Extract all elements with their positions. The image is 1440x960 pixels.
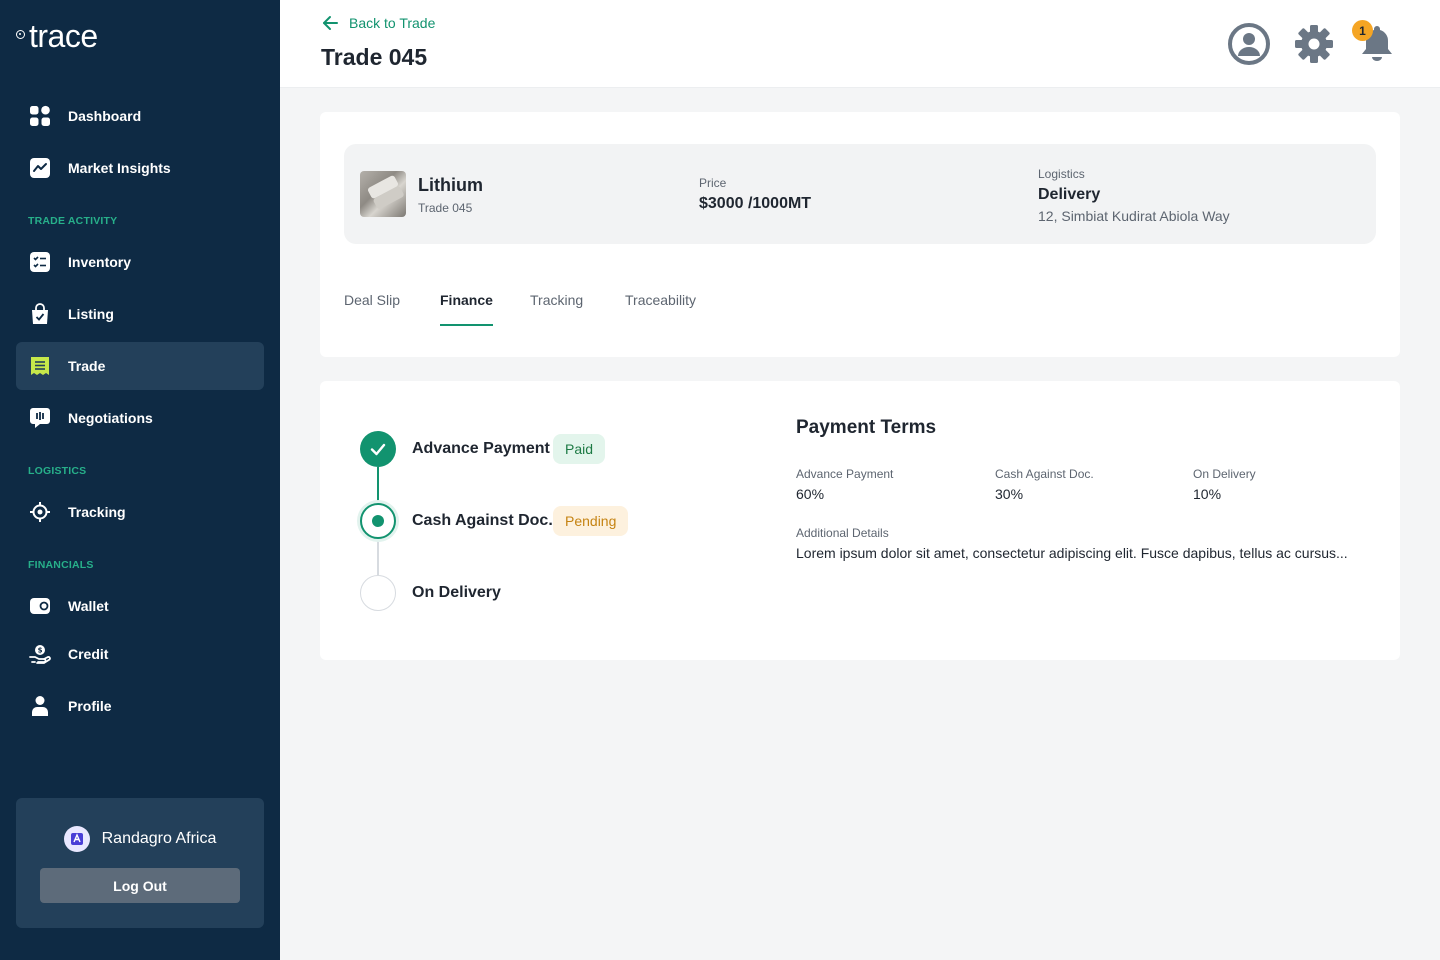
- sidebar-item-label: Inventory: [68, 254, 132, 270]
- sidebar-item-label: Dashboard: [68, 108, 142, 124]
- account-row: Randagro Africa: [16, 826, 264, 852]
- sidebar-item-label: Tracking: [68, 504, 126, 520]
- sidebar-item-listing[interactable]: Listing: [16, 290, 264, 338]
- logout-button[interactable]: Log Out: [40, 868, 240, 903]
- step-label-advance-payment: Advance Payment: [412, 440, 550, 457]
- product-name: Lithium: [418, 175, 483, 195]
- checklist-icon: [28, 250, 52, 274]
- page-title: Trade 045: [321, 44, 428, 70]
- term-value-on-delivery: 10%: [1193, 486, 1222, 502]
- sidebar-item-credit[interactable]: $ Credit: [16, 630, 264, 678]
- term-value-advance-payment: 60%: [796, 486, 825, 502]
- section-label-financials: FINANCIALS: [28, 559, 94, 571]
- sidebar-item-negotiations[interactable]: Negotiations: [16, 394, 264, 442]
- term-label-on-delivery: On Delivery: [1193, 467, 1256, 481]
- term-label-cash-against-doc: Cash Against Doc.: [995, 467, 1094, 481]
- logistics-address: 12, Simbiat Kudirat Abiola Way: [1038, 208, 1230, 224]
- sidebar-item-label: Negotiations: [68, 410, 153, 426]
- step-complete-indicator: [360, 431, 396, 467]
- sidebar-item-label: Wallet: [68, 598, 109, 614]
- sidebar-item-profile[interactable]: Profile: [16, 682, 264, 730]
- step-upcoming-indicator: [360, 575, 396, 611]
- status-badge-paid: Paid: [553, 434, 606, 464]
- target-icon: [28, 500, 52, 524]
- back-link-label: Back to Trade: [349, 15, 436, 31]
- credit-hand-icon: $: [28, 642, 52, 666]
- payment-terms-title: Payment Terms: [796, 417, 937, 438]
- wallet-icon: [28, 594, 52, 618]
- registered-mark-icon: [16, 29, 25, 39]
- tab-traceability[interactable]: Traceability: [625, 292, 696, 326]
- product-trade-id: Trade 045: [418, 201, 473, 215]
- sidebar-item-label: Listing: [68, 306, 114, 322]
- sidebar-item-market-insights[interactable]: Market Insights: [16, 144, 264, 192]
- additional-details-label: Additional Details: [796, 526, 889, 540]
- logistics-value: Delivery: [1038, 186, 1101, 203]
- additional-details-text: Lorem ipsum dolor sit amet, consectetur …: [796, 545, 1348, 561]
- trace-logo[interactable]: trace: [16, 18, 98, 54]
- sidebar-item-label: Trade: [68, 358, 106, 374]
- checkmark-icon: [370, 443, 386, 456]
- user-circle-icon: [1228, 23, 1270, 65]
- tab-deal-slip[interactable]: Deal Slip: [344, 292, 400, 326]
- settings-button[interactable]: [1292, 22, 1336, 66]
- section-label-trade-activity: TRADE ACTIVITY: [28, 215, 118, 227]
- step-label-cash-against-doc: Cash Against Doc.: [412, 512, 553, 529]
- status-badge-pending: Pending: [553, 506, 629, 536]
- arrow-left-icon: [323, 16, 338, 30]
- finance-card: Advance Payment Paid Cash Against Doc. P…: [320, 381, 1400, 660]
- term-value-cash-against-doc: 30%: [995, 486, 1024, 502]
- trade-summary-card: Lithium Trade 045 Price $3000 /1000MT Lo…: [320, 112, 1400, 357]
- sidebar-item-label: Profile: [68, 698, 112, 714]
- sidebar: trace Dashboard Market Insights TRADE AC…: [0, 0, 280, 960]
- gear-icon: [1295, 25, 1333, 63]
- notification-badge: 1: [1352, 20, 1373, 41]
- step-label-on-delivery: On Delivery: [412, 584, 501, 601]
- back-to-trade-link[interactable]: Back to Trade: [321, 14, 435, 32]
- tab-tracking[interactable]: Tracking: [530, 292, 583, 326]
- product-thumbnail: [360, 171, 406, 217]
- trade-summary: Lithium Trade 045 Price $3000 /1000MT Lo…: [344, 144, 1376, 244]
- chart-icon: [28, 156, 52, 180]
- account-panel: Randagro Africa Log Out: [16, 798, 264, 928]
- sidebar-item-dashboard[interactable]: Dashboard: [16, 92, 264, 140]
- receipt-icon: [28, 354, 52, 378]
- step-connector-complete: [377, 467, 379, 503]
- svg-text:$: $: [38, 647, 43, 655]
- organization-avatar-icon: [63, 826, 90, 852]
- sidebar-item-label: Credit: [68, 646, 109, 662]
- account-button[interactable]: [1227, 22, 1271, 66]
- sidebar-item-inventory[interactable]: Inventory: [16, 238, 264, 286]
- price-value: $3000 /1000MT: [699, 195, 812, 212]
- account-name: Randagro Africa: [101, 830, 217, 847]
- bag-check-icon: [28, 302, 52, 326]
- user-icon: [28, 694, 52, 718]
- section-label-logistics: LOGISTICS: [28, 465, 87, 477]
- sidebar-item-wallet[interactable]: Wallet: [16, 582, 264, 630]
- tab-finance[interactable]: Finance: [440, 292, 493, 326]
- step-connector-pending: [377, 539, 379, 575]
- term-label-advance-payment: Advance Payment: [796, 467, 894, 481]
- sidebar-item-tracking[interactable]: Tracking: [16, 488, 264, 536]
- sidebar-item-label: Market Insights: [68, 160, 171, 176]
- price-label: Price: [699, 176, 727, 190]
- logistics-label: Logistics: [1038, 167, 1085, 181]
- sidebar-item-trade[interactable]: Trade: [16, 342, 264, 390]
- dashboard-icon: [28, 104, 52, 128]
- chat-icon: [28, 406, 52, 430]
- step-current-indicator: [360, 503, 396, 539]
- logo-text: trace: [29, 18, 98, 54]
